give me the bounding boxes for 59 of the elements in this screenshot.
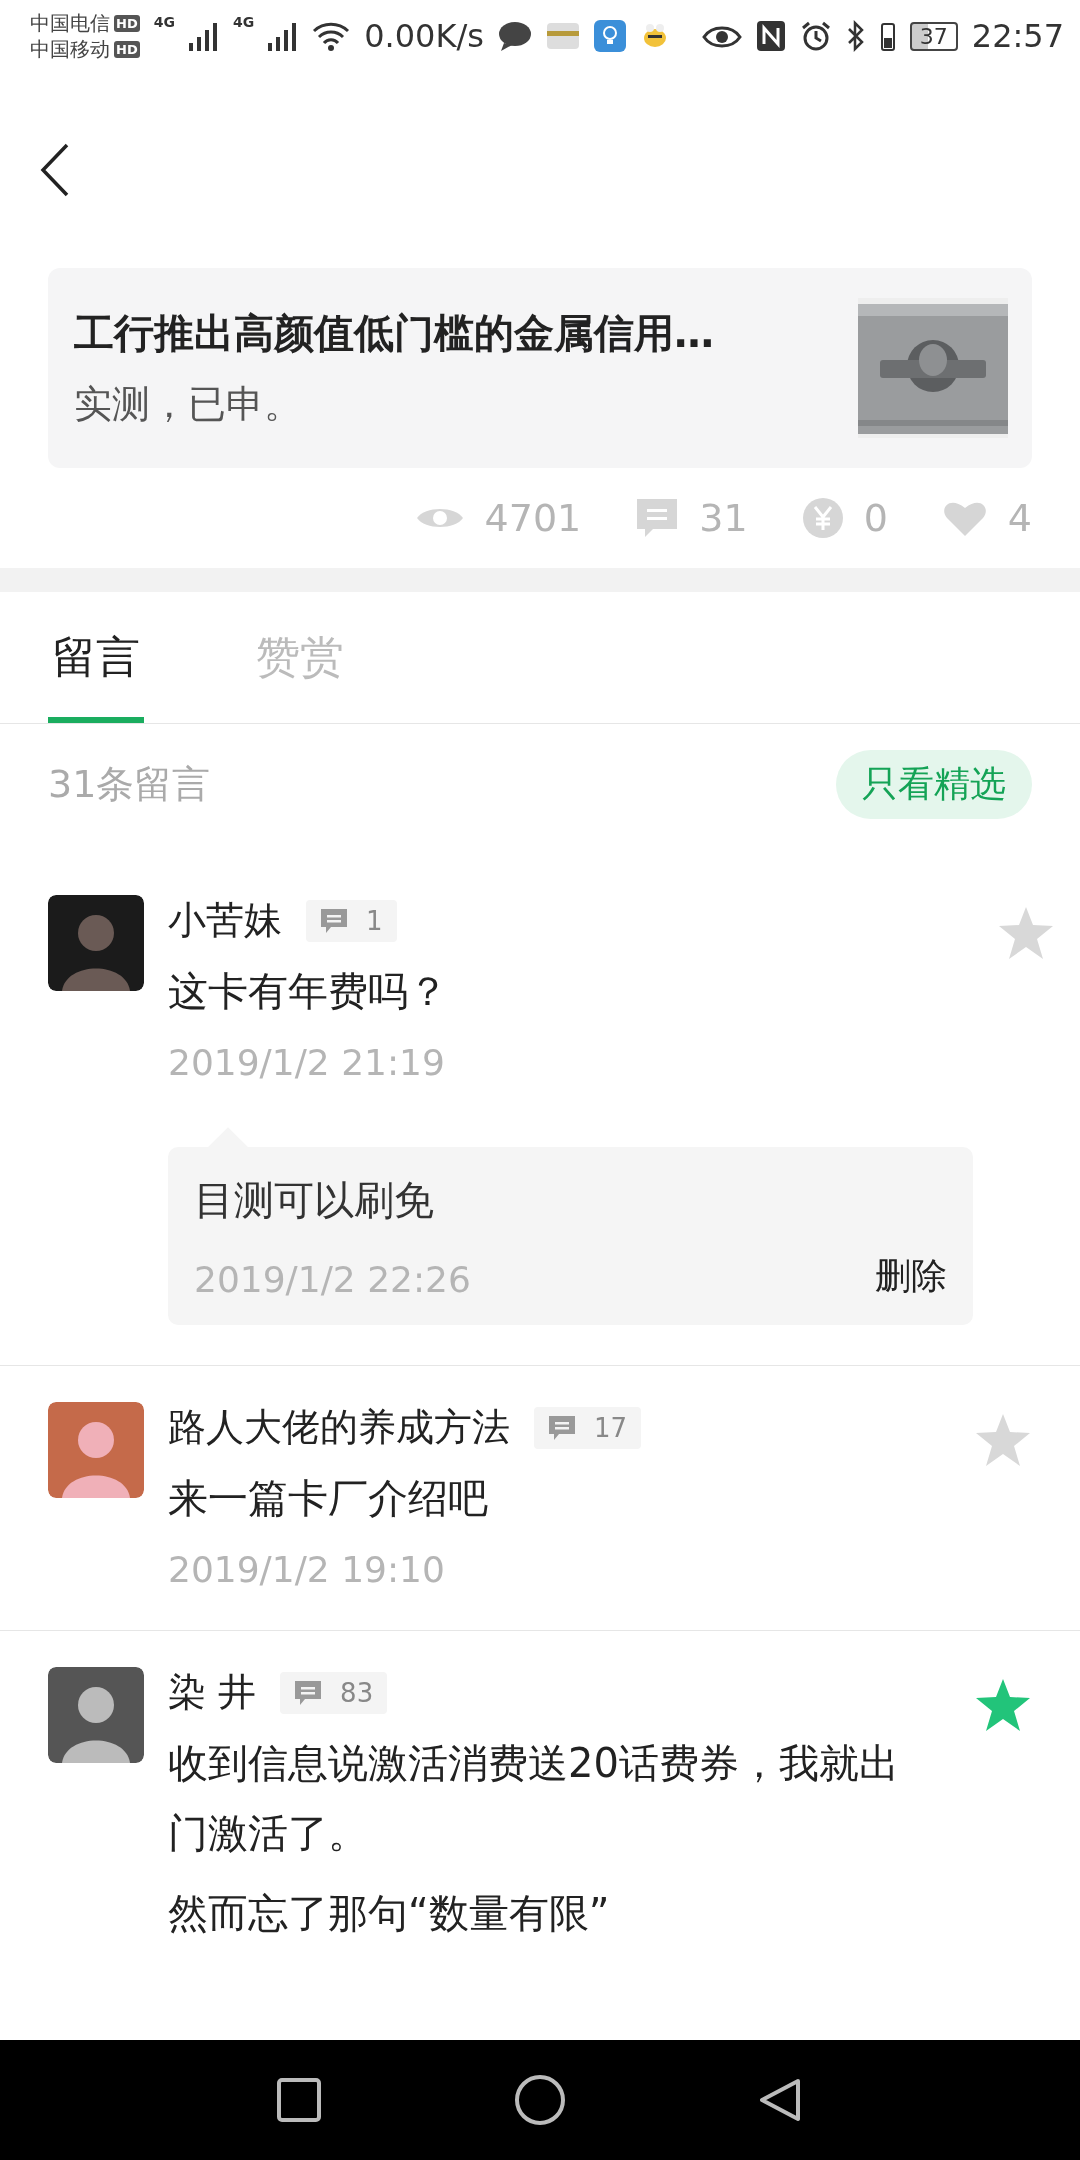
featured-filter-button[interactable]: 只看精选 — [836, 750, 1032, 819]
tab[interactable]: 留言 — [48, 592, 144, 723]
comment-count: 31条留言 — [48, 761, 211, 808]
signal-icon — [188, 21, 219, 51]
home-icon[interactable] — [514, 2074, 566, 2126]
yen-coin-icon — [801, 497, 844, 539]
clock-time: 22:57 — [971, 17, 1064, 55]
stat-count: 31 — [699, 496, 748, 540]
light-bulb-icon — [593, 20, 626, 52]
battery-level: 37 — [909, 21, 958, 51]
star-icon[interactable] — [974, 1677, 1032, 1733]
phone-battery-icon — [879, 20, 896, 52]
commenter-name: 小苦妹 — [168, 897, 282, 944]
stat-count: 4701 — [484, 496, 582, 540]
article-title: 工行推出高颜值低门槛的金属信用… — [74, 309, 715, 358]
carrier-name: 中国电信 — [30, 11, 110, 35]
avatar-icon — [48, 895, 144, 991]
tab[interactable]: 赞赏 — [252, 592, 348, 723]
chat-bubble-icon — [497, 21, 532, 51]
comment-time: 2019/1/2 19:10 — [168, 1549, 446, 1590]
nfc-icon — [755, 20, 786, 52]
comment-icon — [635, 497, 680, 539]
commenter-name: 路人大佬的养成方法 — [168, 1404, 510, 1451]
back-icon[interactable] — [40, 143, 70, 197]
avatar-icon — [48, 1402, 144, 1498]
reply-count-badge[interactable]: 83 — [280, 1671, 388, 1714]
avatar-icon — [48, 1667, 144, 1763]
star-icon[interactable] — [997, 905, 1055, 961]
comment-time: 2019/1/2 21:19 — [168, 1042, 446, 1083]
stat-count: 4 — [1007, 496, 1032, 540]
reply-count-badge[interactable]: 1 — [306, 899, 397, 942]
network-type: 4G — [153, 14, 175, 30]
comment-text: 这卡有年费吗？ — [168, 967, 449, 1016]
wifi-icon — [312, 21, 351, 51]
reply-time: 2019/1/2 22:26 — [194, 1259, 471, 1300]
comment-icon — [294, 1679, 323, 1706]
recent-apps-icon[interactable] — [276, 2077, 322, 2123]
article-card[interactable]: 工行推出高颜值低门槛的金属信用… 实测，已申。 — [48, 268, 1032, 468]
stat-count: 0 — [863, 496, 888, 540]
card-icon — [545, 21, 580, 51]
hd-badge: HD — [114, 40, 140, 58]
comment-text: 来一篇卡厂介绍吧 — [168, 1474, 489, 1523]
carrier-name: 中国移动 — [30, 37, 110, 61]
comment-icon — [320, 907, 348, 934]
network-type: 4G — [232, 14, 255, 30]
commenter-name: 染 井 — [168, 1669, 257, 1716]
star-icon[interactable] — [974, 1412, 1032, 1468]
delete-button[interactable]: 删除 — [875, 1252, 947, 1301]
reply-text: 目测可以刷免 — [194, 1176, 435, 1225]
bluetooth-icon — [845, 20, 866, 52]
comment-icon — [548, 1414, 576, 1441]
comment-text: 收到信息说激活消费送20话费券，我就出门激活了。 — [168, 1739, 900, 1858]
article-summary: 实测，已申。 — [74, 381, 303, 428]
network-speed: 0.00K/s — [364, 17, 484, 55]
signal-icon — [268, 21, 299, 51]
hd-badge: HD — [114, 14, 140, 32]
alarm-icon — [799, 20, 832, 52]
comment-text: 然而忘了那句“数量有限” — [168, 1889, 611, 1938]
reply-count-badge[interactable]: 17 — [534, 1406, 642, 1449]
